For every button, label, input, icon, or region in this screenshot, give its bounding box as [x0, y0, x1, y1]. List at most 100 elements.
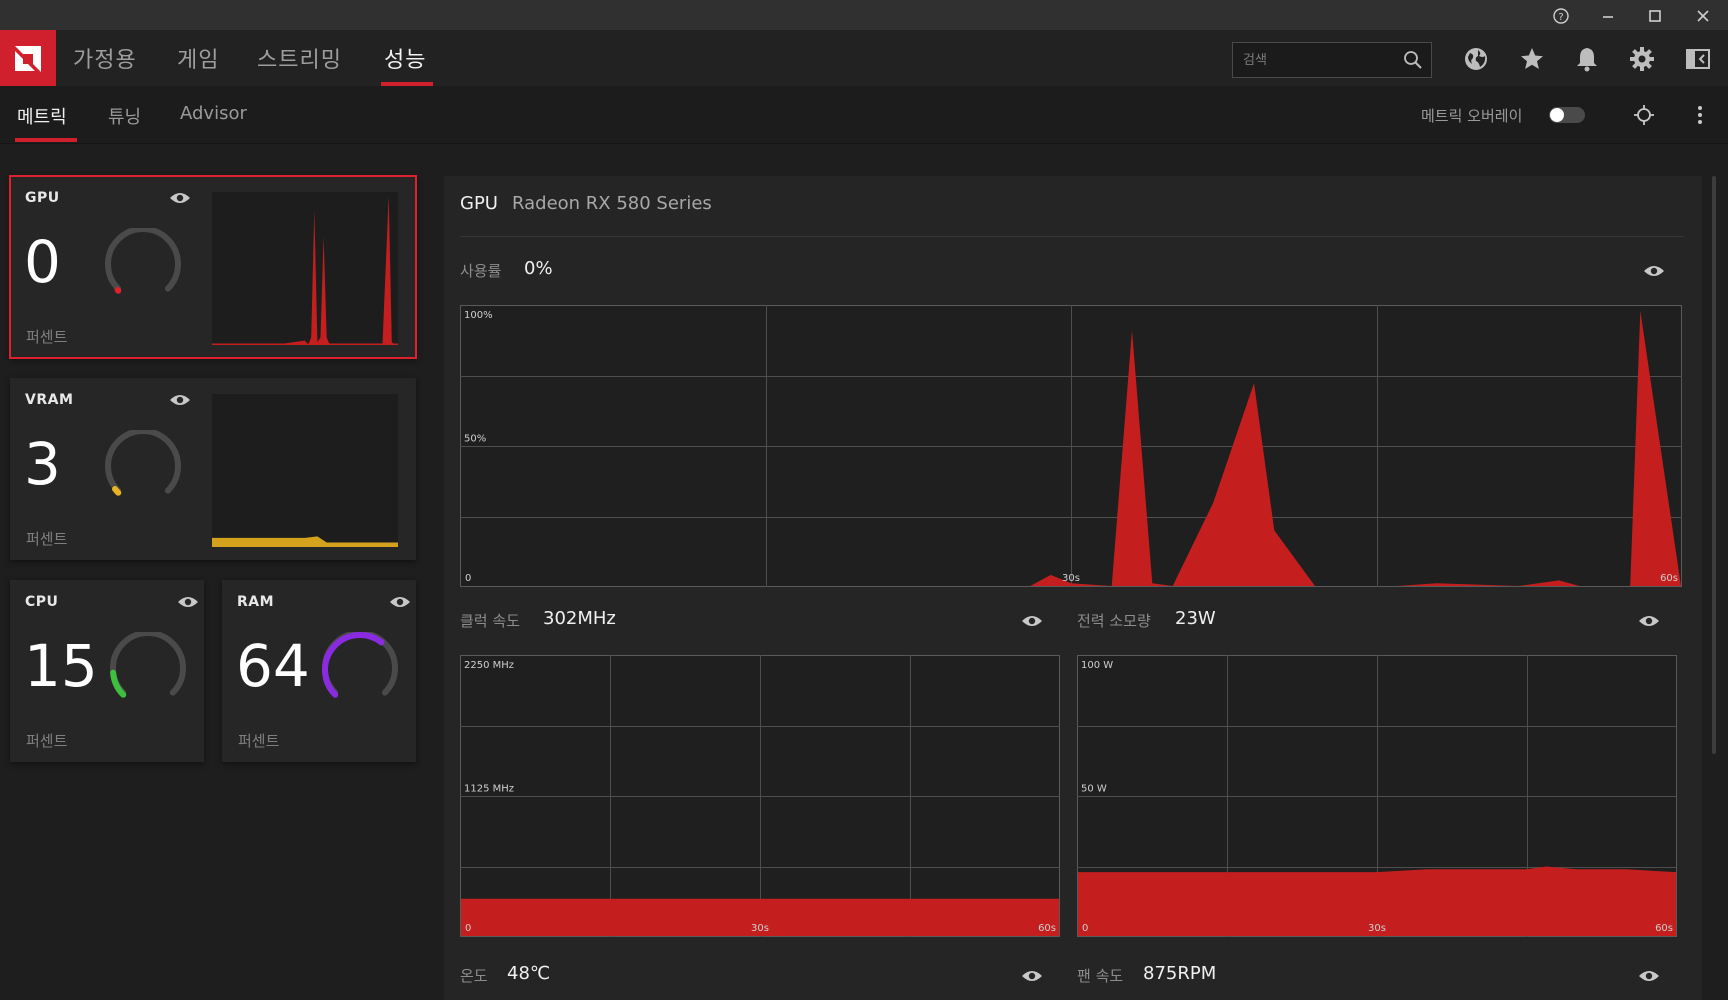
search-box[interactable] — [1232, 42, 1432, 78]
sub-navigation: 메트릭 튜닝 Advisor 메트릭 오버레이 — [0, 86, 1728, 144]
clock-chart-svg: 2250 MHz 1125 MHz 0 30s 60s — [460, 655, 1060, 937]
gauge-value-arc — [322, 632, 385, 698]
gpu-card[interactable]: GPU 0 퍼센트 — [9, 175, 417, 359]
toggle-knob — [1550, 108, 1564, 122]
x-tick-label: 60s — [1038, 923, 1056, 934]
metric-overlay-toggle[interactable] — [1549, 107, 1585, 123]
vram-card[interactable]: VRAM 3 퍼센트 — [10, 378, 416, 560]
ram-card[interactable]: RAM 64 퍼센트 — [222, 580, 416, 762]
layout-icon[interactable] — [1683, 44, 1713, 74]
clock-label: 클럭 속도 — [460, 612, 520, 630]
svg-text:?: ? — [1558, 12, 1563, 23]
gauge-value-arc — [114, 287, 122, 294]
temperature-value: 48℃ — [507, 963, 551, 984]
gauge-value-arc — [110, 669, 127, 698]
y-tick-label: 50 W — [1081, 784, 1107, 795]
cpu-gauge — [110, 632, 186, 698]
cpu-card-unit: 퍼센트 — [26, 732, 68, 750]
ram-card-unit: 퍼센트 — [238, 732, 280, 750]
title-bar: ? — [0, 0, 1728, 30]
search-input[interactable] — [1243, 49, 1393, 71]
usage-chart: 100% 50% 0 30s 60s — [460, 305, 1682, 587]
x-tick-label: 60s — [1660, 573, 1678, 584]
globe-icon[interactable] — [1461, 44, 1491, 74]
y-tick-label: 100 W — [1081, 660, 1113, 671]
vram-mini-chart-svg — [212, 536, 398, 547]
y-tick-label: 50% — [464, 434, 486, 445]
eye-icon[interactable] — [1637, 968, 1661, 984]
gpu-mini-chart — [212, 192, 398, 345]
nav-tab-performance[interactable]: 성능 — [384, 42, 426, 74]
eye-icon[interactable] — [176, 594, 200, 610]
gpu-card-unit: 퍼센트 — [26, 328, 68, 346]
ram-gauge — [322, 632, 398, 698]
bell-icon[interactable] — [1572, 44, 1602, 74]
metrics-sidebar: GPU 0 퍼센트 VRAM 3 퍼센트 CPU 15 퍼센트 RAM 64 퍼… — [0, 144, 442, 1000]
vram-gauge — [105, 430, 181, 496]
gpu-detail-panel: GPU Radeon RX 580 Series 사용률 0% 100% 50% 0… — [444, 176, 1702, 1000]
mini-series-area — [212, 195, 398, 345]
usage-value: 0% — [524, 258, 553, 279]
fan-speed-label: 팬 속도 — [1077, 967, 1124, 985]
x-tick-label: 60s — [1655, 923, 1673, 934]
power-label: 전력 소모량 — [1077, 612, 1151, 630]
eye-icon[interactable] — [1020, 613, 1044, 629]
cpu-card-title: CPU — [25, 594, 59, 610]
more-options-icon[interactable] — [1687, 102, 1713, 128]
nav-tab-streaming[interactable]: 스트리밍 — [257, 42, 342, 74]
vram-mini-chart — [212, 394, 398, 547]
usage-chart-svg: 100% 50% 0 30s 60s — [460, 305, 1682, 587]
gpu-model-name: Radeon RX 580 Series — [512, 193, 712, 214]
nav-tab-home[interactable]: 가정용 — [73, 42, 137, 74]
star-icon[interactable] — [1517, 44, 1547, 74]
gpu-card-value: 0 — [24, 228, 61, 296]
power-chart: 100 W 50 W 0 30s 60s — [1077, 655, 1677, 937]
amd-logo[interactable] — [0, 30, 56, 86]
nav-tab-gaming[interactable]: 게임 — [177, 42, 219, 74]
detail-heading: GPU — [460, 193, 498, 214]
scrollbar[interactable] — [1712, 176, 1716, 754]
crosshair-icon[interactable] — [1631, 102, 1657, 128]
close-icon[interactable] — [1690, 4, 1716, 28]
y-tick-label: 0 — [1082, 923, 1088, 934]
vram-card-unit: 퍼센트 — [26, 530, 68, 548]
vram-card-title: VRAM — [25, 392, 74, 408]
subtab-tuning[interactable]: 튜닝 — [108, 103, 141, 129]
fan-speed-value: 875RPM — [1143, 963, 1217, 984]
clock-value: 302MHz — [543, 608, 616, 629]
search-icon[interactable] — [1403, 50, 1423, 70]
usage-label: 사용률 — [460, 262, 502, 280]
eye-icon[interactable] — [1642, 263, 1666, 279]
y-tick-label: 0 — [465, 573, 471, 584]
vram-card-value: 3 — [24, 430, 61, 498]
divider — [460, 236, 1684, 237]
maximize-icon[interactable] — [1642, 4, 1668, 28]
eye-icon[interactable] — [1020, 968, 1044, 984]
eye-icon[interactable] — [168, 392, 192, 408]
minimize-icon[interactable] — [1595, 4, 1621, 28]
y-tick-label: 1125 MHz — [464, 784, 514, 795]
gpu-gauge — [105, 228, 181, 294]
eye-icon[interactable] — [168, 190, 192, 206]
gear-icon[interactable] — [1627, 44, 1657, 74]
temperature-label: 온도 — [460, 967, 488, 985]
clock-chart: 2250 MHz 1125 MHz 0 30s 60s — [460, 655, 1060, 937]
gpu-mini-chart-svg — [212, 195, 398, 345]
active-subtab-indicator — [15, 138, 77, 142]
y-tick-label: 2250 MHz — [464, 660, 514, 671]
x-tick-label: 30s — [751, 923, 769, 934]
mini-series-area — [212, 536, 398, 547]
y-tick-label: 100% — [464, 310, 493, 321]
amd-logo-icon — [15, 46, 41, 72]
ram-card-value: 64 — [236, 632, 310, 700]
help-circle-icon[interactable]: ? — [1548, 4, 1574, 28]
y-tick-label: 0 — [465, 923, 471, 934]
gauge-value-arc — [112, 486, 122, 496]
eye-icon[interactable] — [388, 594, 412, 610]
eye-icon[interactable] — [1637, 613, 1661, 629]
subtab-metrics[interactable]: 메트릭 — [17, 103, 67, 129]
ram-card-title: RAM — [237, 594, 275, 610]
top-navigation: 가정용 게임 스트리밍 성능 — [0, 30, 1728, 86]
cpu-card[interactable]: CPU 15 퍼센트 — [10, 580, 204, 762]
subtab-advisor[interactable]: Advisor — [180, 103, 247, 124]
